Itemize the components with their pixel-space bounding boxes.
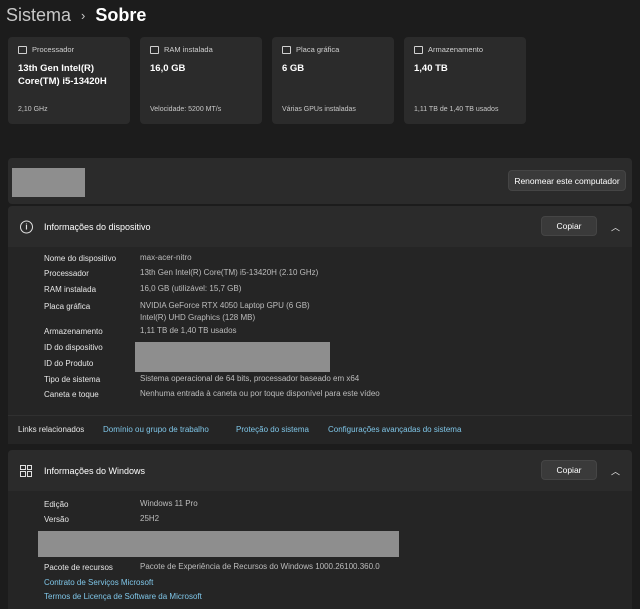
row-label: Tipo de sistema [44, 375, 101, 384]
row-value: Nenhuma entrada à caneta ou por toque di… [140, 389, 380, 398]
chevron-up-icon[interactable]: ︿ [611, 464, 620, 477]
card-value: 1,40 TB [414, 63, 448, 74]
row-value: 25H2 [140, 514, 160, 523]
row-value: 16,0 GB (utilizável: 15,7 GB) [140, 284, 242, 293]
card-label: Placa gráfica [296, 45, 340, 54]
section-title: Informações do Windows [44, 465, 146, 476]
row-label: ID do dispositivo [44, 343, 103, 352]
info-icon: i [20, 220, 33, 233]
link-microsoft-services-agreement[interactable]: Contrato de Serviços Microsoft [44, 578, 153, 587]
card-label: Armazenamento [428, 45, 484, 54]
section-title: Informações do dispositivo [44, 221, 151, 232]
row-label: RAM instalada [44, 285, 97, 294]
link-advanced-settings[interactable]: Configurações avançadas do sistema [328, 425, 461, 434]
row-value: NVIDIA GeForce RTX 4050 Laptop GPU (6 GB… [140, 301, 310, 310]
related-links: Links relacionados Domínio ou grupo de t… [8, 415, 632, 444]
row-label: Placa gráfica [44, 302, 91, 311]
page-title: Sobre [95, 4, 147, 25]
storage-icon [414, 45, 423, 54]
related-links-label: Links relacionados [18, 425, 85, 434]
rename-row: Renomear este computador [8, 158, 632, 204]
breadcrumb-separator-icon: › [81, 7, 86, 23]
windows-info-header[interactable]: Informações do Windows Copiar ︿ [8, 450, 632, 491]
card-label: RAM instalada [164, 45, 213, 54]
row-value: max-acer-nitro [140, 253, 192, 262]
row-value: Windows 11 Pro [140, 499, 198, 508]
breadcrumb-root[interactable]: Sistema [6, 5, 71, 26]
link-domain[interactable]: Domínio ou grupo de trabalho [103, 425, 209, 434]
card-sub: Várias GPUs instaladas [282, 106, 356, 113]
card-value: 6 GB [282, 63, 305, 74]
ram-icon [150, 45, 159, 54]
card-sub: Velocidade: 5200 MT/s [150, 106, 222, 113]
device-info-header[interactable]: i Informações do dispositivo Copiar ︿ [8, 206, 632, 247]
rename-button[interactable]: Renomear este computador [508, 170, 626, 191]
row-value: Pacote de Experiência de Recursos do Win… [140, 562, 380, 571]
storage-card: Armazenamento 1,40 TB 1,11 TB de 1,40 TB… [404, 37, 526, 124]
card-value: 13th Gen Intel(R) Core(TM) i5-13420H [18, 63, 107, 87]
processor-icon [18, 45, 27, 54]
chevron-up-icon[interactable]: ︿ [611, 220, 620, 233]
row-label: Versão [44, 515, 69, 524]
link-system-protection[interactable]: Proteção do sistema [236, 425, 309, 434]
card-sub: 1,11 TB de 1,40 TB usados [414, 106, 499, 113]
row-label: Edição [44, 500, 69, 509]
row-value: 13th Gen Intel(R) Core(TM) i5-13420H (2.… [140, 268, 319, 277]
windows-logo-icon [20, 464, 32, 477]
redacted-device-image [12, 168, 85, 197]
row-label: Caneta e toque [44, 390, 99, 399]
gpu-icon [282, 45, 291, 54]
row-label: Pacote de recursos [44, 563, 113, 572]
spec-cards: Processador 13th Gen Intel(R) Core(TM) i… [8, 37, 526, 124]
breadcrumb: Sistema › Sobre [6, 2, 146, 28]
redacted-install-info [38, 531, 399, 557]
row-value: Sistema operacional de 64 bits, processa… [140, 374, 360, 383]
row-label: Nome do dispositivo [44, 254, 117, 263]
card-sub: 2,10 GHz [18, 106, 48, 113]
row-label: Armazenamento [44, 327, 103, 336]
processor-card: Processador 13th Gen Intel(R) Core(TM) i… [8, 37, 130, 124]
copy-windows-info-button[interactable]: Copiar [541, 460, 597, 480]
card-value: 16,0 GB [150, 63, 186, 74]
row-label: ID do Produto [44, 359, 94, 368]
card-label: Processador [32, 45, 75, 54]
link-software-license-terms[interactable]: Termos de Licença de Software da Microso… [44, 592, 202, 601]
copy-device-info-button[interactable]: Copiar [541, 216, 597, 236]
redacted-ids [135, 342, 330, 372]
device-info-body: Nome do dispositivo max-acer-nitro Proce… [8, 247, 632, 415]
ram-card: RAM instalada 16,0 GB Velocidade: 5200 M… [140, 37, 262, 124]
row-value-2: Intel(R) UHD Graphics (128 MB) [140, 313, 256, 322]
row-value: 1,11 TB de 1,40 TB usados [140, 326, 237, 335]
row-label: Processador [44, 269, 89, 278]
gpu-card: Placa gráfica 6 GB Várias GPUs instalada… [272, 37, 394, 124]
